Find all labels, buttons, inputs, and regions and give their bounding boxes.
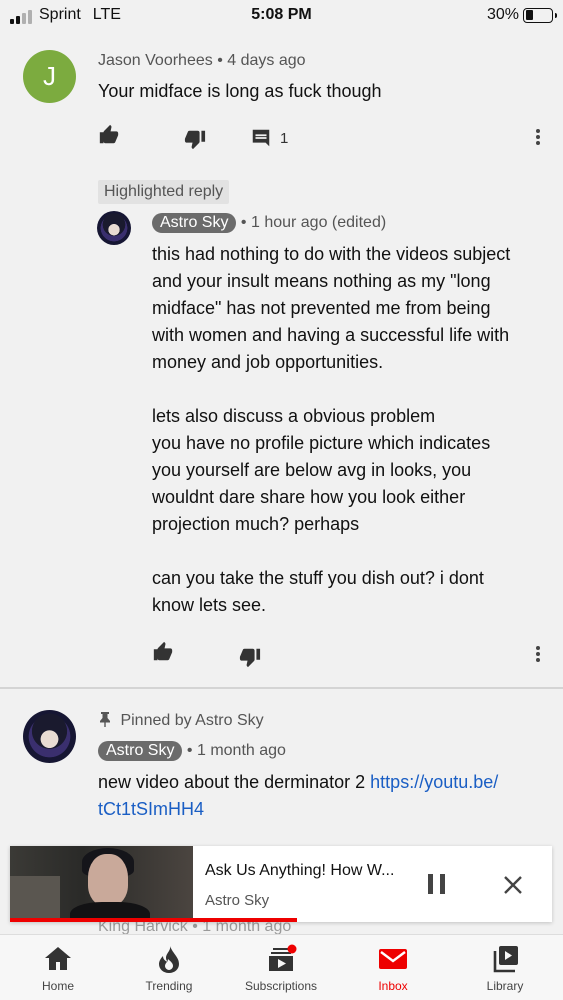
video-thumbnail[interactable] <box>10 846 193 918</box>
avatar[interactable] <box>97 211 131 245</box>
dislike-icon[interactable] <box>239 646 261 668</box>
mini-player-channel: Astro Sky <box>205 892 270 909</box>
more-icon[interactable] <box>535 644 541 666</box>
nav-label-home: Home <box>41 979 74 993</box>
like-icon[interactable] <box>98 124 120 146</box>
subscriptions-icon <box>269 944 297 971</box>
nav-label-subscriptions: Subscriptions <box>244 979 318 993</box>
divider <box>0 687 563 689</box>
battery-icon <box>523 7 557 23</box>
pinned-label: Pinned by Astro Sky <box>98 711 264 730</box>
comment-age: • 4 days ago <box>217 52 306 69</box>
highlighted-reply-label: Highlighted reply <box>98 180 230 204</box>
close-icon[interactable] <box>502 874 524 896</box>
playback-progress[interactable] <box>10 918 298 922</box>
nav-library[interactable]: Library <box>449 935 561 1000</box>
trending-icon <box>159 946 179 973</box>
inbox-icon <box>379 949 407 969</box>
reply-count[interactable]: 1 <box>280 130 288 147</box>
reply-text: this had nothing to do with the videos s… <box>152 244 511 615</box>
nav-subscriptions[interactable]: Subscriptions <box>225 935 337 1000</box>
more-icon[interactable] <box>535 127 541 149</box>
nav-label-library: Library <box>486 979 524 993</box>
pinned-text: new video about the derminator 2 https:/… <box>98 769 538 823</box>
nav-home[interactable]: Home <box>2 935 114 1000</box>
reply-age: • 1 hour ago (edited) <box>240 214 387 231</box>
comment-author[interactable]: Jason Voorhees <box>98 52 213 69</box>
nav-trending[interactable]: Trending <box>113 935 225 1000</box>
pinned-meta: Astro Sky • 1 month ago <box>98 741 286 761</box>
nav-inbox[interactable]: Inbox <box>337 935 449 1000</box>
like-icon[interactable] <box>152 641 174 663</box>
pinned-text-body: new video about the derminator 2 <box>98 772 371 792</box>
reply-author[interactable]: Astro Sky <box>152 213 237 233</box>
battery-percent: 30% <box>486 6 519 23</box>
avatar[interactable]: J <box>23 50 76 103</box>
status-bar: Sprint LTE 5:08 PM 30% <box>0 0 563 32</box>
avatar[interactable] <box>23 710 76 763</box>
bottom-navigation: Home Trending Subscriptions Inbox Librar… <box>0 934 563 1000</box>
comment-meta: Jason Voorhees • 4 days ago <box>98 52 306 70</box>
pin-icon <box>100 712 110 727</box>
pinned-age: • 1 month ago <box>186 742 286 759</box>
reply-meta: Astro Sky • 1 hour ago (edited) <box>152 213 386 233</box>
dislike-icon[interactable] <box>184 128 206 150</box>
clock: 5:08 PM <box>251 6 312 23</box>
pause-icon[interactable] <box>428 874 446 894</box>
mini-player[interactable]: Ask Us Anything! How W... Astro Sky <box>10 846 552 922</box>
pinned-author[interactable]: Astro Sky <box>98 741 183 761</box>
reply-icon[interactable] <box>250 127 272 149</box>
comment-text: Your midface is long as fuck though <box>98 81 382 101</box>
mini-player-title[interactable]: Ask Us Anything! How W... <box>205 862 394 880</box>
pinned-by-text: Pinned by Astro Sky <box>120 712 264 729</box>
library-icon <box>493 946 518 973</box>
home-icon <box>45 947 71 970</box>
nav-label-inbox: Inbox <box>378 979 408 993</box>
nav-label-trending: Trending <box>145 979 193 993</box>
